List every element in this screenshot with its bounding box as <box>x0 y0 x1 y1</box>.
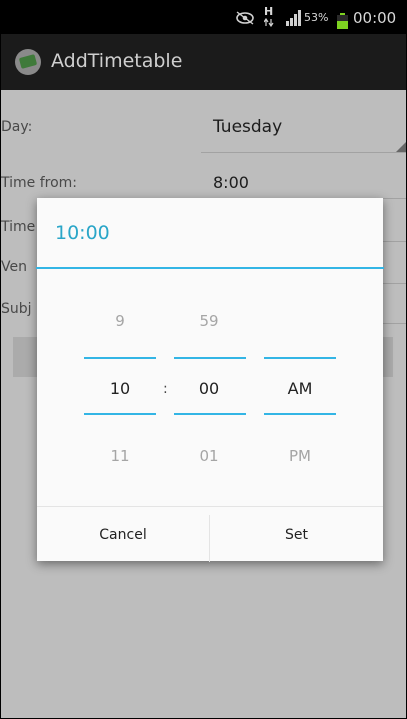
battery-percent: 53% <box>304 11 329 24</box>
minute-top-line <box>174 357 246 359</box>
hour-top-line <box>84 357 156 359</box>
status-bar: H 53% 00:00 <box>1 1 406 34</box>
cancel-button[interactable]: Cancel <box>37 507 209 562</box>
action-bar: AddTimetable <box>1 34 406 90</box>
minute-next[interactable]: 01 <box>174 447 244 465</box>
data-arrows-icon <box>264 18 274 27</box>
time-picker-dialog: 10:00 9 10 11 : 59 00 01 AM PM Cancel Se… <box>36 198 384 562</box>
title-divider <box>36 267 384 269</box>
eye-icon <box>236 11 254 25</box>
app-title: AddTimetable <box>51 50 183 72</box>
hour-current[interactable]: 10 <box>85 379 155 398</box>
time-picker-title: 10:00 <box>55 222 110 244</box>
app-logo-icon[interactable] <box>15 49 41 75</box>
battery-icon <box>337 13 348 29</box>
minute-prev[interactable]: 59 <box>174 312 244 330</box>
hour-bottom-line <box>84 413 156 415</box>
hour-next[interactable]: 11 <box>85 447 155 465</box>
signal-icon <box>286 10 301 26</box>
minute-bottom-line <box>174 413 246 415</box>
network-type: H <box>264 5 274 18</box>
minute-current[interactable]: 00 <box>174 379 244 398</box>
ampm-top-line <box>264 357 336 359</box>
time-separator: : <box>163 381 168 397</box>
ampm-current[interactable]: AM <box>264 379 336 398</box>
status-time: 00:00 <box>353 9 397 27</box>
screen: H 53% 00:00 AddTimetable Day: Tuesday Ti… <box>0 0 407 719</box>
set-button[interactable]: Set <box>210 507 383 562</box>
hour-prev[interactable]: 9 <box>85 312 155 330</box>
ampm-bottom-line <box>264 413 336 415</box>
dialog-button-bar: Cancel Set <box>37 506 383 562</box>
ampm-next[interactable]: PM <box>264 447 336 465</box>
